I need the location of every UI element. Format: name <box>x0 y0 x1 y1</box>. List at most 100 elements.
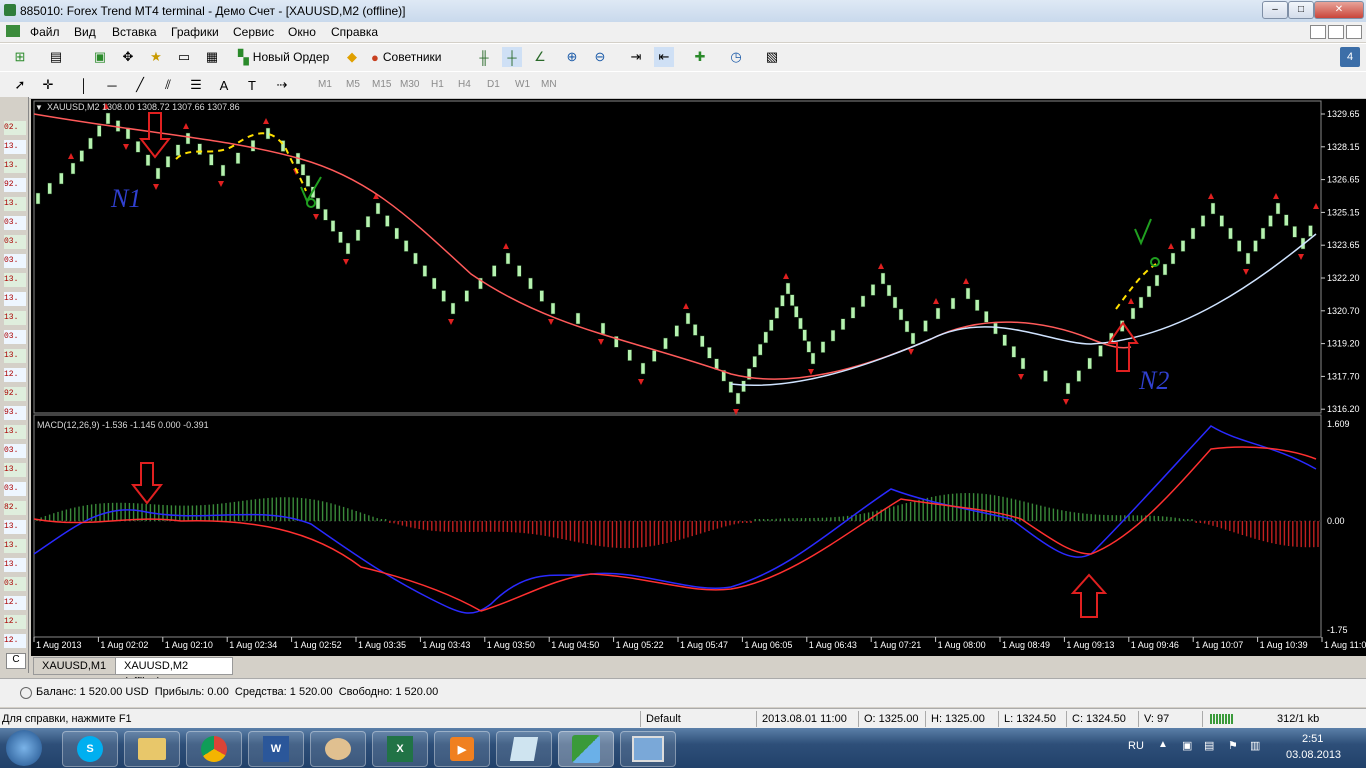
channel-icon[interactable]: ⫽ <box>158 75 178 95</box>
market-row-label[interactable]: 92. <box>4 178 26 192</box>
market-row-label[interactable]: 13. <box>4 539 26 553</box>
market-row-label[interactable]: 12. <box>4 368 26 382</box>
timeframe-m15[interactable]: M15 <box>372 79 391 90</box>
market-row-label[interactable]: 13. <box>4 425 26 439</box>
menu-help[interactable]: Справка <box>331 25 378 39</box>
market-row-label[interactable]: 03. <box>4 254 26 268</box>
market-row-label[interactable]: 03. <box>4 216 26 230</box>
market-row-label[interactable]: 13. <box>4 349 26 363</box>
advisors-button[interactable]: ● Советники <box>371 47 442 67</box>
tray-network-icon[interactable]: ▣ <box>1182 739 1192 752</box>
market-row-label[interactable]: 82. <box>4 501 26 515</box>
navigator-icon[interactable]: ★ <box>146 47 166 67</box>
chart-shift-icon[interactable]: ⇤ <box>654 47 674 67</box>
tray-flag-icon[interactable]: ⚑ <box>1228 739 1238 752</box>
clock-time[interactable]: 2:51 <box>1302 733 1323 745</box>
trendline-icon[interactable]: ╱ <box>130 75 150 95</box>
line-chart-icon[interactable]: ∠ <box>530 47 550 67</box>
new-order-button[interactable]: ▚ Новый Ордер <box>238 47 329 67</box>
market-row-label[interactable]: 12. <box>4 596 26 610</box>
terminal-icon[interactable]: ▭ <box>174 47 194 67</box>
templates-icon[interactable]: ▧ <box>762 47 782 67</box>
profiles-icon[interactable]: ▤ <box>46 47 66 67</box>
market-row-label[interactable]: 03. <box>4 330 26 344</box>
tray-device-icon[interactable]: ▤ <box>1204 739 1214 752</box>
zoom-in-icon[interactable]: ⊕ <box>562 47 582 67</box>
menu-charts[interactable]: Графики <box>171 25 219 39</box>
folder-icon[interactable] <box>124 731 180 767</box>
timeframe-mn[interactable]: MN <box>541 79 557 90</box>
market-row-label[interactable]: 03. <box>4 482 26 496</box>
tray-signal-icon[interactable]: ▥ <box>1250 739 1260 752</box>
market-row-label[interactable]: 13. <box>4 197 26 211</box>
maximize-button[interactable]: □ <box>1288 1 1314 19</box>
chrome-icon[interactable] <box>186 731 242 767</box>
start-button[interactable] <box>6 730 42 766</box>
language-indicator[interactable]: RU <box>1128 740 1144 752</box>
market-row-label[interactable]: 13. <box>4 520 26 534</box>
price-chart[interactable]: 1329.65 1328.15 1326.65 1325.15 1323.65 1322.… <box>31 99 1366 656</box>
timeframe-m30[interactable]: M30 <box>400 79 419 90</box>
market-row-label[interactable]: 93. <box>4 406 26 420</box>
market-row-label[interactable]: 13. <box>4 273 26 287</box>
menu-tools[interactable]: Сервис <box>233 25 274 39</box>
timeframe-w1[interactable]: W1 <box>515 79 530 90</box>
market-row-label[interactable]: 03. <box>4 577 26 591</box>
panel-tab[interactable]: C <box>6 653 26 669</box>
mt4-icon[interactable] <box>558 731 614 767</box>
notification-icon[interactable]: 4 <box>1340 47 1360 67</box>
viewer-icon[interactable] <box>620 731 676 767</box>
market-row-label[interactable]: 03. <box>4 444 26 458</box>
close-button[interactable]: ✕ <box>1314 1 1364 19</box>
auto-scroll-icon[interactable]: ⇥ <box>626 47 646 67</box>
text-icon[interactable]: A <box>214 75 234 95</box>
market-row-label[interactable]: 12. <box>4 634 26 648</box>
market-row-label[interactable]: 13. <box>4 463 26 477</box>
paint-icon[interactable] <box>310 731 366 767</box>
vertical-line-icon[interactable]: │ <box>74 75 94 95</box>
periods-icon[interactable]: ◷ <box>726 47 746 67</box>
excel-icon[interactable]: X <box>372 731 428 767</box>
crosshair-icon[interactable]: ✛ <box>38 75 58 95</box>
market-row-label[interactable]: 13. <box>4 311 26 325</box>
cursor-icon[interactable]: ➚ <box>10 75 30 95</box>
timeframe-d1[interactable]: D1 <box>487 79 500 90</box>
tab-xauusd-m2[interactable]: XAUUSD,M2 (offline) <box>115 657 233 688</box>
tester-icon[interactable]: ▦ <box>202 47 222 67</box>
media-icon[interactable]: ▶ <box>434 731 490 767</box>
market-row-label[interactable]: 13. <box>4 140 26 154</box>
candle-chart-icon[interactable]: ┼ <box>502 47 522 67</box>
indicators-icon[interactable]: ✚ <box>690 47 710 67</box>
data-window-icon[interactable]: ✥ <box>118 47 138 67</box>
market-row-label[interactable]: 03. <box>4 235 26 249</box>
mdi-restore-button[interactable] <box>1328 25 1344 39</box>
mdi-minimize-button[interactable] <box>1310 25 1326 39</box>
timeframe-h4[interactable]: H4 <box>458 79 471 90</box>
minimize-button[interactable]: ‒ <box>1262 1 1288 19</box>
metaeditor-icon[interactable]: ◆ <box>342 47 362 67</box>
menu-file[interactable]: Файл <box>30 25 60 39</box>
bar-chart-icon[interactable]: ╫ <box>474 47 494 67</box>
chart-window[interactable]: 1329.65 1328.15 1326.65 1325.15 1323.65 1322.… <box>31 99 1366 656</box>
market-row-label[interactable]: 13. <box>4 292 26 306</box>
market-row-label[interactable]: 92. <box>4 387 26 401</box>
fibonacci-icon[interactable]: ☰ <box>186 75 206 95</box>
word-icon[interactable]: W <box>248 731 304 767</box>
tray-up-icon[interactable]: ▲ <box>1158 739 1168 750</box>
new-chart-icon[interactable]: ⊞ <box>10 47 30 67</box>
label-icon[interactable]: T <box>242 75 262 95</box>
clock-date[interactable]: 03.08.2013 <box>1286 749 1341 761</box>
timeframe-h1[interactable]: H1 <box>431 79 444 90</box>
market-row-label[interactable]: 02. <box>4 121 26 135</box>
skype-icon[interactable]: S <box>62 731 118 767</box>
notepad-icon[interactable] <box>496 731 552 767</box>
market-row-label[interactable]: 13. <box>4 159 26 173</box>
arrows-icon[interactable]: ⇢ <box>272 75 292 95</box>
menu-window[interactable]: Окно <box>288 25 316 39</box>
menu-view[interactable]: Вид <box>74 25 96 39</box>
zoom-out-icon[interactable]: ⊖ <box>590 47 610 67</box>
timeframe-m1[interactable]: M1 <box>318 79 332 90</box>
horizontal-line-icon[interactable]: ─ <box>102 75 122 95</box>
menu-insert[interactable]: Вставка <box>112 25 157 39</box>
market-watch-icon[interactable]: ▣ <box>90 47 110 67</box>
